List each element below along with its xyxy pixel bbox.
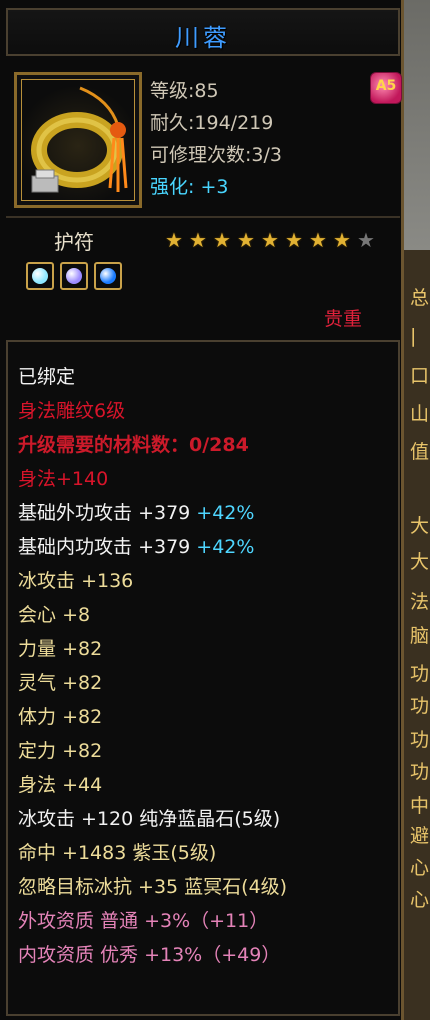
- outer-attack: 基础外功攻击 +379 +42%: [18, 498, 254, 525]
- attribute-label: 定力: [18, 740, 57, 762]
- gem-line-2: 命中 +1483 紫玉(5级): [18, 842, 217, 864]
- star-icon: ★: [213, 228, 231, 252]
- star-icon: ★: [237, 228, 255, 252]
- star-rating: ★ ★ ★ ★ ★ ★ ★ ★ ★: [162, 229, 378, 251]
- attribute-value: +82: [62, 706, 103, 728]
- star-icon: ★: [309, 228, 327, 252]
- attribute-value: +82: [62, 672, 103, 694]
- item-tooltip: 川蓉 等级:85 耐久:194/219 可修理次数:3/3 强化: +3 A5 护符…: [0, 0, 404, 1020]
- side-panel-char: 大: [410, 515, 430, 537]
- enhance-value: : +3: [188, 176, 229, 198]
- side-panel-char: 心: [410, 889, 430, 911]
- side-panel-char: 大: [410, 551, 430, 573]
- attribute-label: 体力: [18, 706, 57, 728]
- star-icon: ★: [285, 228, 303, 252]
- attribute-row: 体力 +82: [18, 702, 102, 729]
- side-panel-char: 总: [410, 287, 430, 309]
- blue-gem-icon[interactable]: [94, 262, 122, 290]
- outer-attack-value: +379: [138, 502, 191, 524]
- badge-label: A5: [375, 78, 397, 94]
- star-icon: ★: [165, 228, 183, 252]
- attribute-row: 灵气 +82: [18, 668, 102, 695]
- star-icon: ★: [357, 228, 375, 252]
- star-icon: ★: [261, 228, 279, 252]
- stat-value: :85: [188, 80, 219, 102]
- attribute-row: 定力 +82: [18, 736, 102, 763]
- item-icon-frame[interactable]: [14, 72, 142, 208]
- side-panel-char: 值: [410, 441, 430, 463]
- side-panel-char: 功: [410, 663, 430, 685]
- attribute-value: +136: [81, 570, 134, 592]
- enhance-label: 强化: [150, 176, 189, 198]
- side-panel-char: 中: [410, 795, 430, 817]
- stat-line: 可修理次数:3/3: [150, 140, 282, 167]
- badge-icon[interactable]: A5: [370, 72, 402, 104]
- gem-line-3: 忽略目标冰抗 +35 蓝冥石(4级): [18, 876, 288, 898]
- star-icon: ★: [189, 228, 207, 252]
- attribute-label: 冰攻击: [18, 570, 76, 592]
- attribute-value: +82: [62, 638, 103, 660]
- outer-attack-pct: +42%: [196, 502, 255, 524]
- attribute-value: +82: [62, 740, 103, 762]
- inner-attack-value: +379: [138, 536, 191, 558]
- inner-aptitude: 内攻资质 优秀 +13%（+49）: [18, 944, 281, 966]
- title-bar: 川蓉: [6, 8, 400, 56]
- stat-line: 耐久:194/219: [150, 108, 273, 135]
- background-scenery: [404, 0, 430, 250]
- skill-level: 身法雕纹6级: [18, 400, 126, 422]
- side-panel-char: 避: [410, 825, 430, 847]
- star-icon: ★: [333, 228, 351, 252]
- quality-label: 贵重: [324, 308, 363, 330]
- gem-slots: [26, 262, 128, 290]
- side-panel-char: 功: [410, 761, 430, 783]
- stat-label: 耐久: [150, 112, 189, 134]
- purple-gem-icon[interactable]: [60, 262, 88, 290]
- inner-attack-label: 基础内功攻击: [18, 536, 133, 558]
- side-panel-char: 功: [410, 729, 430, 751]
- enhance-stat: 强化: +3: [150, 172, 228, 199]
- skill-bonus: 身法+140: [18, 468, 109, 490]
- side-panel-char: 法: [410, 591, 430, 613]
- attribute-row: 身法 +44: [18, 770, 102, 797]
- side-panel-char: 山: [410, 403, 430, 425]
- item-name: 川蓉: [175, 24, 231, 52]
- attribute-label: 力量: [18, 638, 57, 660]
- outer-aptitude: 外攻资质 普通 +3%（+11）: [18, 910, 269, 932]
- attribute-value: +44: [62, 774, 103, 796]
- outer-attack-label: 基础外功攻击: [18, 502, 133, 524]
- side-panel-char: 功: [410, 695, 430, 717]
- divider: [6, 216, 400, 218]
- amulet-label: 护符: [54, 230, 94, 254]
- bound-status: 已绑定: [18, 366, 76, 388]
- stat-value: :194/219: [188, 112, 274, 134]
- stat-value: :3/3: [245, 144, 282, 166]
- inner-attack-pct: +42%: [196, 536, 255, 558]
- side-panel-char: 心: [410, 857, 430, 879]
- stat-label: 等级: [150, 80, 189, 102]
- cyan-gem-icon[interactable]: [26, 262, 54, 290]
- attribute-row: 冰攻击 +136: [18, 566, 133, 593]
- inner-attack: 基础内功攻击 +379 +42%: [18, 532, 254, 559]
- side-panel-char: |: [410, 325, 417, 347]
- stat-line: 等级:85: [150, 76, 219, 103]
- attribute-label: 灵气: [18, 672, 57, 694]
- upgrade-materials: 升级需要的材料数：0/284: [18, 434, 249, 456]
- attribute-value: +8: [62, 604, 91, 626]
- side-panel-char: 口: [410, 365, 430, 387]
- attribute-label: 身法: [18, 774, 57, 796]
- attribute-row: 力量 +82: [18, 634, 102, 661]
- attribute-label: 会心: [18, 604, 57, 626]
- jade-ring-icon: [21, 79, 135, 201]
- gem-line-1: 冰攻击 +120 纯净蓝晶石(5级): [18, 808, 281, 830]
- stat-label: 可修理次数: [150, 144, 246, 166]
- attribute-row: 会心 +8: [18, 600, 90, 627]
- side-panel-char: 脑: [410, 625, 430, 647]
